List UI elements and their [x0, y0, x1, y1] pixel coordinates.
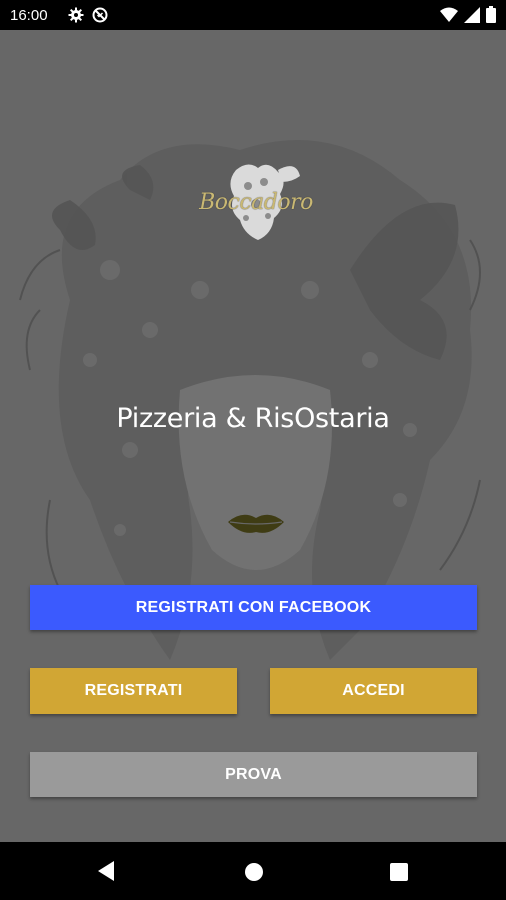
- signal-icon: [464, 6, 480, 28]
- do-not-disturb-icon: [92, 7, 108, 28]
- recents-icon[interactable]: [390, 863, 408, 886]
- battery-icon: [486, 6, 496, 28]
- status-bar: 16:00: [0, 0, 506, 30]
- login-button[interactable]: ACCEDI: [270, 668, 477, 714]
- tagline: Pizzeria & RisOstaria: [116, 403, 390, 434]
- background-illustration: [19, 140, 481, 660]
- status-time: 16:00: [10, 7, 48, 24]
- back-icon[interactable]: [96, 860, 116, 887]
- navigation-bar: [0, 842, 506, 900]
- logo: Boccadoro: [188, 160, 324, 256]
- lips-illustration: [228, 514, 284, 533]
- home-icon[interactable]: [244, 862, 264, 887]
- gear-icon: [68, 7, 84, 28]
- try-button[interactable]: PROVA: [30, 752, 477, 797]
- logo-text: Boccadoro: [199, 190, 313, 215]
- wifi-icon: [440, 7, 458, 28]
- app-screen: Boccadoro Pizzeria & RisOstaria REGISTRA…: [0, 30, 506, 842]
- register-with-facebook-button[interactable]: REGISTRATI CON FACEBOOK: [30, 585, 477, 630]
- register-button[interactable]: REGISTRATI: [30, 668, 237, 714]
